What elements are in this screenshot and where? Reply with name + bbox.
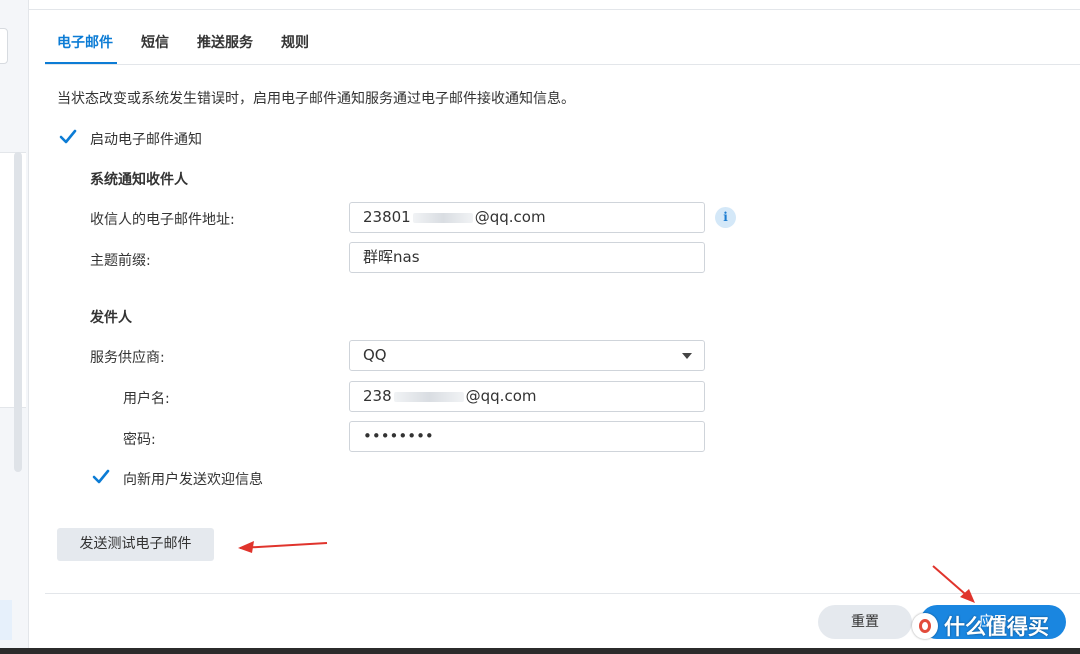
recipient-email-input[interactable]: 23801 @qq.com xyxy=(349,202,705,233)
recipient-email-prefix: 23801 xyxy=(363,208,411,226)
provider-label: 服务供应商: xyxy=(90,350,165,366)
sidebar-selected-item[interactable] xyxy=(0,600,12,640)
arrow-to-test-button xyxy=(238,541,328,553)
provider-value: QQ xyxy=(363,346,387,364)
info-icon[interactable]: i xyxy=(715,207,736,228)
checkmark-icon xyxy=(59,129,77,144)
watermark-logo-icon xyxy=(912,613,938,639)
password-input[interactable]: •••••••• xyxy=(349,421,705,452)
watermark-text: 什么值得买 xyxy=(944,615,1049,639)
sender-title: 发件人 xyxy=(90,310,132,326)
welcome-message-checkbox[interactable] xyxy=(91,467,111,487)
tabs-divider xyxy=(45,64,1080,65)
recipients-title: 系统通知收件人 xyxy=(90,172,188,188)
recipient-email-suffix: @qq.com xyxy=(474,208,546,226)
redacted-blur xyxy=(412,212,473,223)
username-label: 用户名: xyxy=(123,391,170,407)
sidebar-scrollbar[interactable] xyxy=(14,152,22,472)
top-divider xyxy=(28,9,1080,10)
checkmark-icon xyxy=(92,469,110,484)
redacted-blur xyxy=(393,391,464,402)
tab-bar: 电子邮件 短信 推送服务 规则 xyxy=(57,32,337,64)
recipient-email-label: 收信人的电子邮件地址: xyxy=(90,212,235,228)
sidebar-edge xyxy=(0,0,29,654)
sidebar-search-box[interactable] xyxy=(0,28,8,64)
username-prefix: 238 xyxy=(363,387,392,405)
tab-rules[interactable]: 规则 xyxy=(281,32,309,64)
subject-prefix-label: 主题前缀: xyxy=(90,253,151,269)
password-label: 密码: xyxy=(123,432,156,448)
reset-button[interactable]: 重置 xyxy=(818,605,912,639)
provider-select[interactable]: QQ xyxy=(349,340,705,371)
tab-push-service[interactable]: 推送服务 xyxy=(197,32,253,64)
footer-divider xyxy=(45,593,1080,594)
bottom-bar xyxy=(0,648,1080,654)
enable-email-label: 启动电子邮件通知 xyxy=(90,132,202,148)
tab-sms[interactable]: 短信 xyxy=(141,32,169,64)
subject-prefix-input[interactable]: 群晖nas xyxy=(349,242,705,273)
sidebar-panel xyxy=(0,152,26,408)
username-suffix: @qq.com xyxy=(465,387,537,405)
welcome-message-label: 向新用户发送欢迎信息 xyxy=(123,472,263,488)
arrow-to-apply-button xyxy=(932,565,975,603)
chevron-down-icon xyxy=(682,353,692,359)
username-input[interactable]: 238 @qq.com xyxy=(349,381,705,412)
enable-email-checkbox[interactable] xyxy=(58,127,78,147)
send-test-email-button[interactable]: 发送测试电子邮件 xyxy=(57,528,214,561)
watermark: 什么值得买 xyxy=(912,611,1049,641)
tab-email[interactable]: 电子邮件 xyxy=(57,32,113,64)
description-text: 当状态改变或系统发生错误时，启用电子邮件通知服务通过电子邮件接收通知信息。 xyxy=(57,91,575,107)
